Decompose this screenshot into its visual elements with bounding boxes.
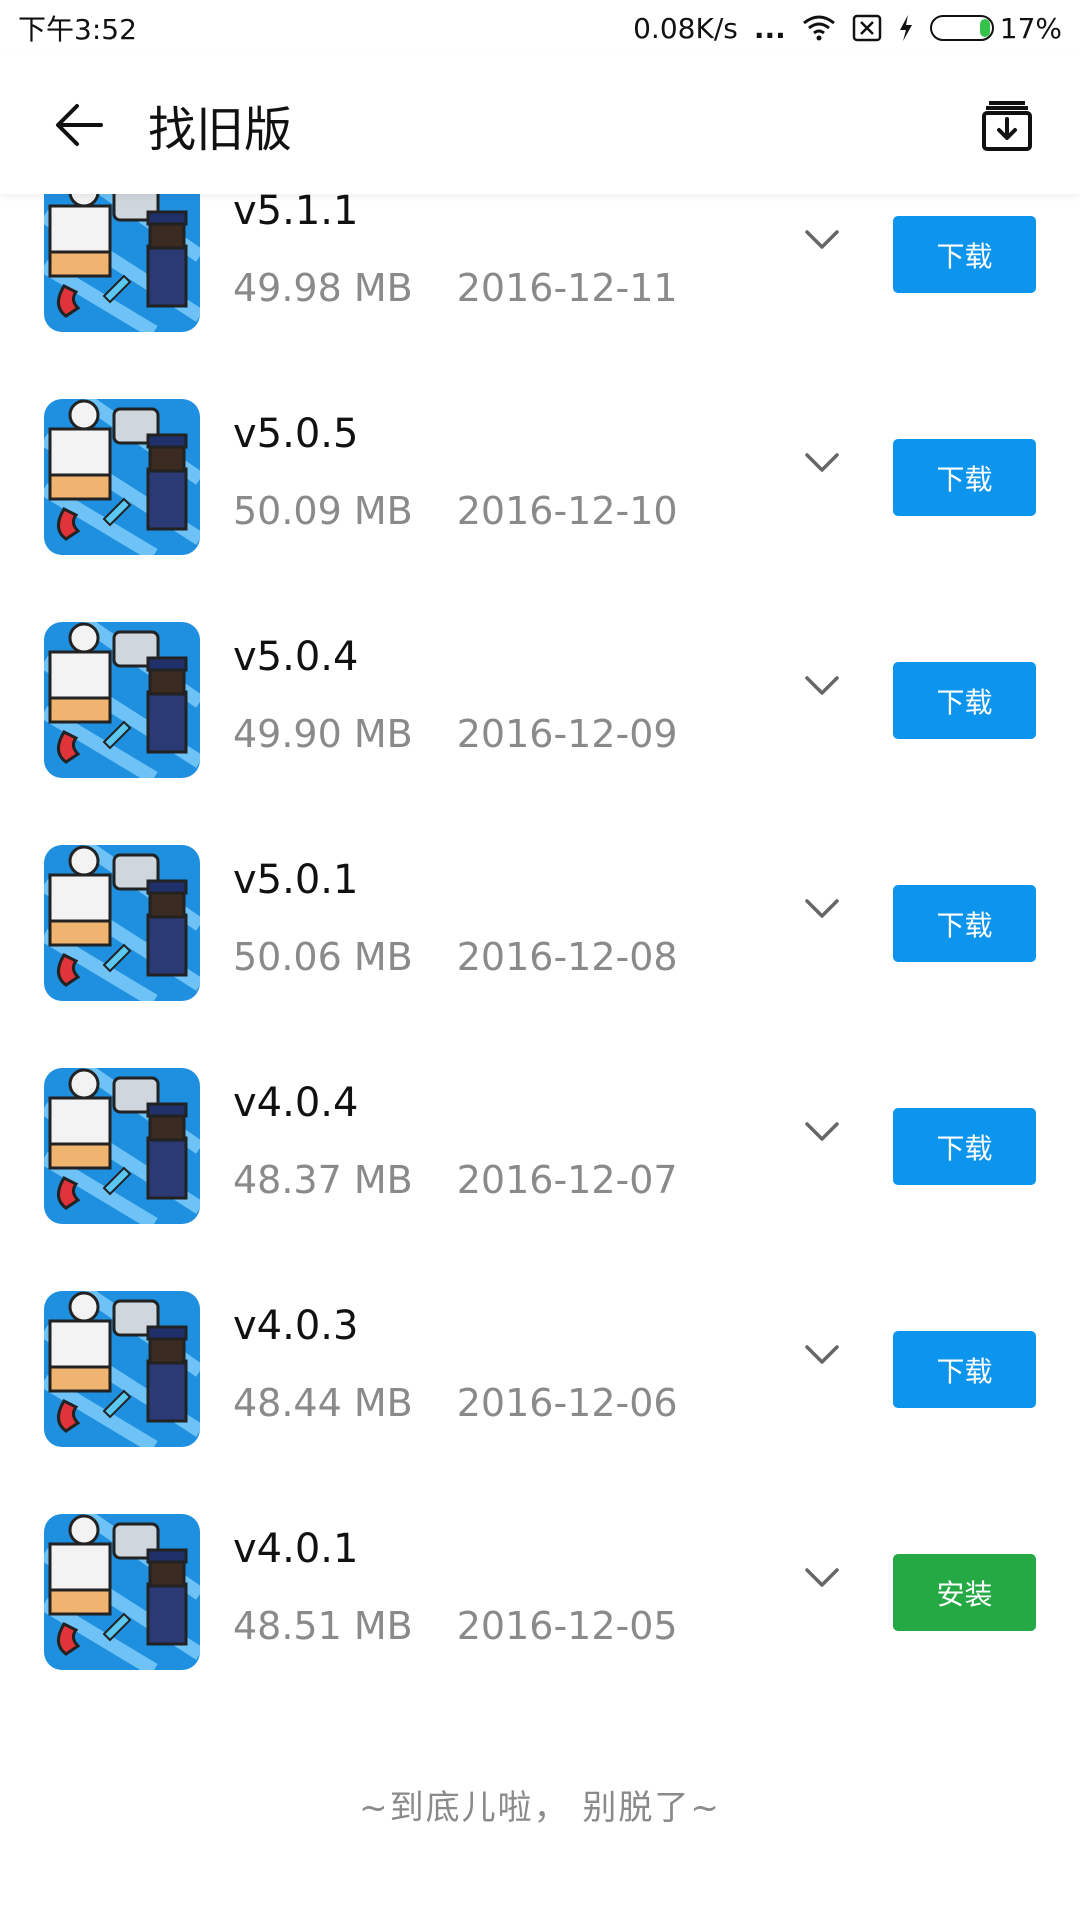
status-time: 下午3:52 — [18, 13, 137, 46]
file-size: 48.44 MB — [233, 1381, 413, 1425]
version-label: v4.0.1 — [233, 1526, 359, 1572]
chevron-down-icon — [805, 453, 839, 472]
chevron-down-icon — [805, 899, 839, 918]
version-label: v5.0.4 — [233, 634, 359, 680]
app-icon — [44, 399, 200, 555]
file-size: 50.06 MB — [233, 935, 413, 979]
back-button[interactable] — [24, 70, 134, 180]
version-row[interactable]: v4.0.4 48.37 MB 2016-12-07 下载 — [0, 1028, 1080, 1251]
app-icon — [44, 194, 200, 332]
more-notifications-icon: ... — [753, 11, 786, 45]
release-date: 2016-12-09 — [456, 712, 678, 756]
release-date: 2016-12-06 — [456, 1381, 678, 1425]
app-bar: 找旧版 — [0, 56, 1080, 194]
version-meta: 48.37 MB 2016-12-07 — [233, 1158, 678, 1202]
status-bar: 下午3:52 0.08K/s ... 17% — [0, 0, 1080, 56]
download-button[interactable]: 下载 — [893, 439, 1036, 516]
release-date: 2016-12-10 — [456, 489, 678, 533]
version-row[interactable]: v5.0.5 50.09 MB 2016-12-10 下载 — [0, 359, 1080, 582]
file-size: 49.98 MB — [233, 266, 413, 310]
file-size: 48.37 MB — [233, 1158, 413, 1202]
end-of-list-text: ~到底儿啦， 别脱了~ — [359, 1788, 721, 1828]
version-row[interactable]: v4.0.1 48.51 MB 2016-12-05 安装 — [0, 1474, 1080, 1697]
release-date: 2016-12-08 — [456, 935, 678, 979]
status-right: 0.08K/s ... 17% — [633, 12, 1062, 45]
download-button[interactable]: 下载 — [893, 1331, 1036, 1408]
version-list[interactable]: v5.1.1 49.98 MB 2016-12-11 下载 v5.0.5 50.… — [0, 194, 1080, 1920]
release-date: 2016-12-07 — [456, 1158, 678, 1202]
app-icon — [44, 845, 200, 1001]
expand-button[interactable] — [800, 664, 844, 708]
download-button[interactable]: 下载 — [893, 216, 1036, 293]
page-title: 找旧版 — [148, 102, 293, 158]
chevron-down-icon — [805, 676, 839, 695]
download-button[interactable]: 下载 — [893, 662, 1036, 739]
app-icon — [44, 622, 200, 778]
version-row[interactable]: v5.0.1 50.06 MB 2016-12-08 下载 — [0, 805, 1080, 1028]
version-meta: 48.44 MB 2016-12-06 — [233, 1381, 678, 1425]
file-size: 49.90 MB — [233, 712, 413, 756]
version-row[interactable]: v4.0.3 48.44 MB 2016-12-06 下载 — [0, 1251, 1080, 1474]
chevron-down-icon — [805, 1568, 839, 1587]
version-row[interactable]: v5.1.1 49.98 MB 2016-12-11 下载 — [0, 194, 1080, 359]
version-meta: 48.51 MB 2016-12-05 — [233, 1604, 678, 1648]
network-speed: 0.08K/s — [633, 11, 738, 45]
version-meta: 50.06 MB 2016-12-08 — [233, 935, 678, 979]
version-list-inner: v5.1.1 49.98 MB 2016-12-11 下载 v5.0.5 50.… — [0, 194, 1080, 1697]
release-date: 2016-12-05 — [456, 1604, 678, 1648]
file-size: 48.51 MB — [233, 1604, 413, 1648]
version-row[interactable]: v5.0.4 49.90 MB 2016-12-09 下载 — [0, 582, 1080, 805]
download-manager-button[interactable] — [962, 80, 1052, 170]
app-icon — [44, 1514, 200, 1670]
version-label: v5.0.1 — [233, 857, 359, 903]
download-button[interactable]: 下载 — [893, 1108, 1036, 1185]
version-label: v4.0.3 — [233, 1303, 359, 1349]
expand-button[interactable] — [800, 441, 844, 485]
battery-indicator: 17% — [929, 11, 1062, 45]
expand-button[interactable] — [800, 887, 844, 931]
charging-icon — [898, 14, 914, 42]
version-meta: 49.90 MB 2016-12-09 — [233, 712, 678, 756]
version-meta: 50.09 MB 2016-12-10 — [233, 489, 678, 533]
version-label: v5.1.1 — [233, 194, 359, 234]
download-button[interactable]: 下载 — [893, 885, 1036, 962]
install-button[interactable]: 安装 — [893, 1554, 1036, 1631]
release-date: 2016-12-11 — [456, 266, 678, 310]
expand-button[interactable] — [800, 1333, 844, 1377]
version-meta: 49.98 MB 2016-12-11 — [233, 266, 678, 310]
expand-button[interactable] — [800, 1110, 844, 1154]
expand-button[interactable] — [800, 218, 844, 262]
wifi-icon — [802, 15, 836, 41]
no-sim-icon — [852, 14, 882, 42]
battery-percent: 17% — [999, 11, 1062, 45]
expand-button[interactable] — [800, 1556, 844, 1600]
chevron-down-icon — [805, 230, 839, 249]
app-icon — [44, 1068, 200, 1224]
chevron-down-icon — [805, 1122, 839, 1141]
chevron-down-icon — [805, 1345, 839, 1364]
version-label: v4.0.4 — [233, 1080, 359, 1126]
version-label: v5.0.5 — [233, 411, 359, 457]
arrow-left-icon — [56, 104, 103, 146]
battery-icon — [929, 15, 994, 41]
download-tray-icon — [982, 101, 1032, 151]
file-size: 50.09 MB — [233, 489, 413, 533]
app-icon — [44, 1291, 200, 1447]
